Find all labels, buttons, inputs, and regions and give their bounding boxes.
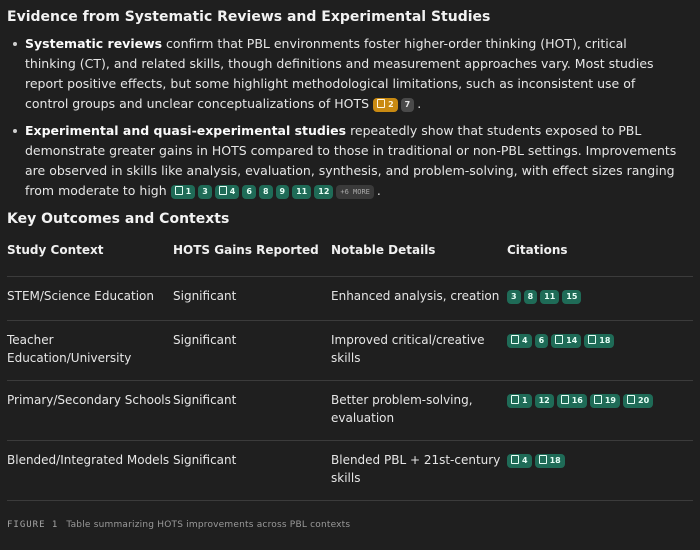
table-row: Teacher Education/University Significant… [7, 320, 693, 381]
citation-chip[interactable]: 19 [589, 394, 620, 408]
citation-chip[interactable]: 11 [540, 290, 560, 304]
bullet-lead: Systematic reviews [25, 36, 163, 51]
citation-chip[interactable]: 9 [275, 185, 290, 199]
citation-chip[interactable]: 4 [507, 454, 532, 468]
cell-details: Enhanced analysis, creation [331, 276, 507, 321]
citation-chip[interactable]: 8 [258, 185, 273, 199]
cell-details: Better problem-solving, evaluation [331, 380, 507, 441]
citation-chip[interactable]: 3 [198, 185, 212, 199]
cell-details: Blended PBL + 21st-century skills [331, 440, 507, 501]
citation-chip[interactable]: 8 [523, 290, 538, 304]
cell-details: Improved critical/creative skills [331, 320, 507, 381]
content: Evidence from Systematic Reviews and Exp… [0, 0, 700, 535]
citation-chip[interactable]: 16 [556, 394, 587, 408]
citation-chip[interactable]: 2 [373, 98, 398, 112]
cell-gains: Significant [173, 320, 331, 381]
list-item: Systematic reviews confirm that PBL envi… [13, 34, 679, 114]
citation-chip[interactable]: 12 [314, 185, 334, 199]
citation-chip[interactable]: 6 [242, 185, 256, 199]
citation-chip[interactable]: 18 [534, 454, 565, 468]
table-row: STEM/Science Education Significant Enhan… [7, 276, 693, 321]
figure-caption: FIGURE 1 Table summarizing HOTS improveme… [7, 515, 693, 535]
section-heading: Evidence from Systematic Reviews and Exp… [7, 9, 491, 25]
figure-label: FIGURE 1 [7, 520, 59, 530]
cell-citations: 4 18 [507, 440, 693, 501]
cell-context: Blended/Integrated Models [7, 440, 173, 501]
bullet-end: . [417, 96, 422, 111]
outcomes-table: Study Context HOTS Gains Reported Notabl… [7, 240, 693, 501]
citation-chip[interactable]: 6 [534, 334, 549, 348]
citation-group: 27 [373, 96, 417, 112]
citation-chip[interactable]: 12 [534, 394, 554, 408]
table-header-row: Study Context HOTS Gains Reported Notabl… [7, 240, 693, 277]
cell-gains: Significant [173, 440, 331, 501]
citation-group: 1 3 4 6 8 9 11 12 +6 MORE [170, 183, 377, 199]
column-header: Citations [507, 240, 693, 277]
citation-chip[interactable]: 1 [170, 185, 196, 199]
more-citations-button[interactable]: +6 MORE [336, 185, 374, 199]
citation-chip[interactable]: 15 [562, 290, 582, 304]
citation-chip[interactable]: 1 [507, 394, 532, 408]
column-header: HOTS Gains Reported [173, 240, 331, 277]
citation-chip[interactable]: 14 [551, 334, 582, 348]
cell-citations: 4 6 14 18 [507, 320, 693, 381]
citation-chip[interactable]: 4 [507, 334, 532, 348]
cell-citations: 1 12 16 19 20 [507, 380, 693, 441]
table-row: Primary/Secondary Schools Significant Be… [7, 380, 693, 441]
citation-chip[interactable]: 3 [507, 290, 521, 304]
bullet-end: . [376, 183, 381, 198]
cell-context: Primary/Secondary Schools [7, 380, 173, 441]
evidence-list: Systematic reviews confirm that PBL envi… [7, 34, 693, 201]
citation-chip[interactable]: 4 [214, 185, 240, 199]
table-row: Blended/Integrated Models Significant Bl… [7, 440, 693, 501]
citation-chip[interactable]: 18 [584, 334, 615, 348]
subsection-heading: Key Outcomes and Contexts [7, 211, 230, 227]
cell-gains: Significant [173, 276, 331, 321]
cell-gains: Significant [173, 380, 331, 441]
citation-chip[interactable]: 20 [623, 394, 654, 408]
bullet-lead: Experimental and quasi-experimental stud… [25, 123, 347, 138]
cell-context: STEM/Science Education [7, 276, 173, 321]
column-header: Study Context [7, 240, 173, 277]
caption-text: Table summarizing HOTS improvements acro… [66, 520, 351, 530]
cell-citations: 3 8 11 15 [507, 276, 693, 321]
citation-chip[interactable]: 7 [400, 98, 415, 112]
column-header: Notable Details [331, 240, 507, 277]
citation-chip[interactable]: 11 [292, 185, 312, 199]
cell-context: Teacher Education/University [7, 320, 173, 381]
list-item: Experimental and quasi-experimental stud… [13, 121, 679, 201]
